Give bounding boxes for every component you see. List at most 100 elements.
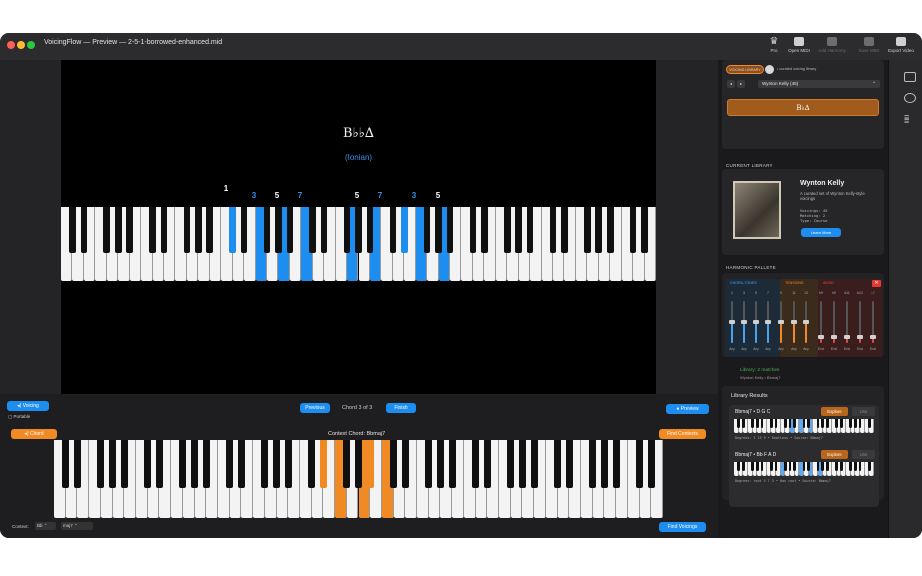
black-key[interactable] xyxy=(469,207,477,253)
finish-button[interactable]: Finish xyxy=(386,403,416,413)
black-key[interactable] xyxy=(849,462,853,471)
black-key[interactable] xyxy=(114,207,122,253)
palette-slider[interactable] xyxy=(765,301,771,343)
black-key[interactable] xyxy=(751,462,755,471)
slider-knob[interactable] xyxy=(857,334,863,339)
palette-slider[interactable] xyxy=(741,301,747,343)
black-key[interactable] xyxy=(584,207,591,253)
previous-button[interactable]: Previous xyxy=(300,403,330,413)
black-key[interactable] xyxy=(612,440,620,489)
black-key[interactable] xyxy=(760,462,764,471)
black-key[interactable] xyxy=(769,462,773,471)
black-key[interactable] xyxy=(867,419,871,428)
black-key[interactable] xyxy=(275,207,282,253)
prev-library-button[interactable]: ◂ xyxy=(727,80,735,88)
tensions-tab[interactable]: TENSIONS xyxy=(785,281,803,285)
black-key[interactable] xyxy=(149,207,156,253)
slider-knob[interactable] xyxy=(765,320,771,324)
preview-button[interactable]: ● Preview xyxy=(666,404,709,414)
export-video-button[interactable]: Export Video xyxy=(884,37,918,53)
context-piano[interactable] xyxy=(54,440,663,518)
black-key[interactable] xyxy=(355,207,362,253)
slider-knob[interactable] xyxy=(831,334,837,339)
library-select[interactable]: Wynton Kelly (45) ⌃ xyxy=(758,80,880,88)
black-key[interactable] xyxy=(515,207,522,253)
black-key[interactable] xyxy=(760,419,764,428)
avoid-tab[interactable]: AVOID xyxy=(823,281,834,285)
palette-slider[interactable] xyxy=(778,301,784,343)
portable-toggle[interactable]: ▢ Portable xyxy=(8,414,30,420)
black-key[interactable] xyxy=(839,419,843,428)
black-key[interactable] xyxy=(144,440,152,489)
sliders-icon[interactable]: ≡ ≡ xyxy=(904,113,916,126)
black-key[interactable] xyxy=(446,207,454,253)
black-key[interactable] xyxy=(62,440,70,489)
black-key[interactable] xyxy=(400,207,408,253)
explore-button[interactable]: Explore xyxy=(821,450,848,459)
black-key[interactable] xyxy=(160,207,168,253)
toggle-knob-icon[interactable] xyxy=(765,65,774,74)
black-key[interactable] xyxy=(319,440,327,489)
black-key[interactable] xyxy=(425,440,433,489)
black-key[interactable] xyxy=(788,462,792,471)
black-key[interactable] xyxy=(355,440,362,489)
palette-slider[interactable] xyxy=(818,301,824,343)
black-key[interactable] xyxy=(309,207,317,253)
black-key[interactable] xyxy=(835,419,839,428)
minimize-window-button[interactable] xyxy=(17,41,25,49)
black-key[interactable] xyxy=(74,440,81,489)
quality-select[interactable]: maj7 ⌃ xyxy=(61,522,93,530)
black-key[interactable] xyxy=(821,462,825,471)
black-key[interactable] xyxy=(816,462,820,471)
black-key[interactable] xyxy=(109,440,116,489)
black-key[interactable] xyxy=(788,419,792,428)
black-key[interactable] xyxy=(179,440,187,489)
palette-slider[interactable] xyxy=(857,301,863,343)
find-contexts-button[interactable]: Find Contexts xyxy=(659,429,706,439)
black-key[interactable] xyxy=(601,440,608,489)
black-key[interactable] xyxy=(308,440,316,489)
palette-slider[interactable] xyxy=(870,301,876,343)
black-key[interactable] xyxy=(629,207,637,253)
black-key[interactable] xyxy=(261,440,269,489)
palette-slider[interactable] xyxy=(729,301,735,343)
add-harmony-button[interactable]: Add Harmony xyxy=(815,37,849,53)
black-key[interactable] xyxy=(821,419,825,428)
black-key[interactable] xyxy=(802,419,806,428)
black-key[interactable] xyxy=(507,440,515,489)
black-key[interactable] xyxy=(226,440,234,489)
black-key[interactable] xyxy=(737,462,741,471)
slider-knob[interactable] xyxy=(870,334,876,339)
palette-slider[interactable] xyxy=(844,301,850,343)
black-key[interactable] xyxy=(481,207,488,253)
black-key[interactable] xyxy=(284,440,292,489)
black-key[interactable] xyxy=(343,207,351,253)
palette-slider[interactable] xyxy=(753,301,759,343)
black-key[interactable] xyxy=(606,207,614,253)
black-key[interactable] xyxy=(641,207,648,253)
black-key[interactable] xyxy=(802,462,806,471)
black-key[interactable] xyxy=(741,419,745,428)
black-key[interactable] xyxy=(389,207,397,253)
black-key[interactable] xyxy=(320,207,328,253)
black-key[interactable] xyxy=(849,419,853,428)
black-key[interactable] xyxy=(825,419,829,428)
palette-slider[interactable] xyxy=(803,301,809,343)
black-key[interactable] xyxy=(816,419,820,428)
black-key[interactable] xyxy=(183,207,191,253)
next-library-button[interactable]: ▸ xyxy=(737,80,745,88)
black-key[interactable] xyxy=(472,440,479,489)
black-key[interactable] xyxy=(366,207,374,253)
black-key[interactable] xyxy=(519,440,526,489)
black-key[interactable] xyxy=(867,462,871,471)
black-key[interactable] xyxy=(807,419,811,428)
open-midi-button[interactable]: Open MIDI xyxy=(782,37,816,53)
root-select[interactable]: Bb ⌃ xyxy=(35,522,56,530)
black-key[interactable] xyxy=(647,440,655,489)
palette-icon[interactable] xyxy=(904,93,916,103)
slider-knob[interactable] xyxy=(818,334,824,339)
black-key[interactable] xyxy=(774,462,778,471)
black-key[interactable] xyxy=(126,207,133,253)
black-key[interactable] xyxy=(858,462,862,471)
black-key[interactable] xyxy=(755,419,759,428)
